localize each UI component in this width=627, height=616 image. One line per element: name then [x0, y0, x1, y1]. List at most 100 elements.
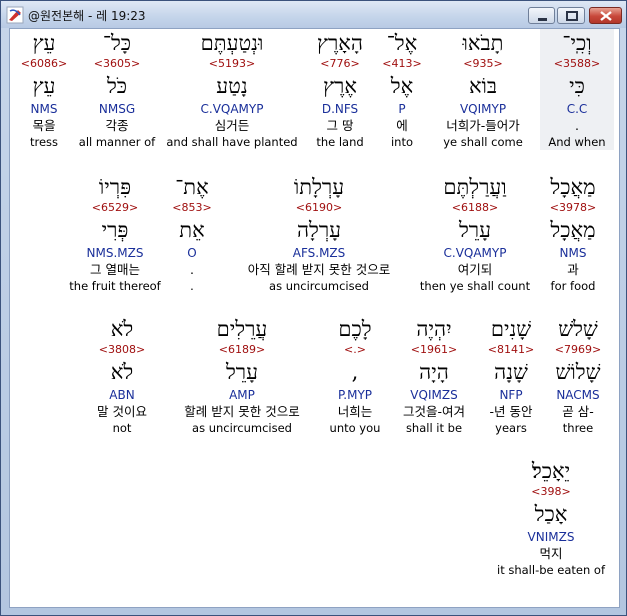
korean-gloss: 그 열매는: [90, 262, 140, 277]
korean-gloss: 너희는: [337, 404, 373, 419]
close-button[interactable]: [589, 7, 622, 24]
word-maachal[interactable]: מַאֲכָל <3978> מַאֲכָל NMS 과 for food: [538, 173, 608, 294]
strong-number[interactable]: <.>: [322, 343, 388, 357]
lemma-word: עָרֵל: [458, 218, 492, 242]
lemma-word: כִּי: [569, 74, 585, 98]
morph-code: C.VQAMYP: [200, 102, 264, 116]
morph-code: NMS: [559, 246, 587, 260]
word-et[interactable]: אֶת־ <853> אֵת O . .: [170, 173, 214, 294]
word-orlato[interactable]: עָרְלָתוֹ <6190> עָרְלָה AFS.MZS 아직 할례 받…: [226, 173, 412, 294]
hebrew-word: כָּל־: [102, 31, 132, 55]
hebrew-word: וְכִֽי־: [562, 31, 592, 55]
word-el[interactable]: אֶל־ <413> אֶל P 에 into: [378, 29, 426, 150]
english-gloss: as uncircumcised: [192, 421, 292, 435]
word-piryo[interactable]: פִּרְיוֹ <6529> פְּרִי NMS.MZS 그 열매는 the…: [66, 173, 164, 294]
minimize-button[interactable]: [528, 7, 555, 24]
strong-number[interactable]: <3808>: [86, 343, 158, 357]
strong-number[interactable]: <6529>: [66, 201, 164, 215]
hebrew-word: וּנְטַעְתֶּם: [200, 31, 264, 55]
lemma-word: מַאֲכָל: [550, 218, 596, 242]
word-shanim[interactable]: שָׁנִים <8141> שָׁנָה NFP -년 동안 years: [480, 315, 542, 436]
word-tavou[interactable]: תָבֹאוּ <935> בּוֹא VQIMYP 너희가-들어가 ye sh…: [428, 29, 538, 150]
strong-number[interactable]: <3605>: [74, 57, 160, 71]
hebrew-word: פִּרְיוֹ: [98, 175, 132, 199]
strong-number[interactable]: <6188>: [416, 201, 534, 215]
lemma-word: לֹא: [110, 360, 134, 384]
strong-number[interactable]: <853>: [170, 201, 214, 215]
title-bar[interactable]: @원전본해 - 레 19:23: [1, 1, 626, 28]
korean-gloss: 그 땅: [326, 118, 354, 133]
english-gloss: shall it be: [405, 421, 463, 435]
lemma-word: נָטַע: [216, 74, 248, 98]
strong-number[interactable]: <6189>: [166, 343, 318, 357]
lemma-word: בּוֹא: [468, 74, 498, 98]
strong-number[interactable]: <3588>: [540, 57, 614, 71]
word-lo[interactable]: לֹא <3808> לֹא ABN 말 것이요 not: [86, 315, 158, 436]
lemma-word: אֵת: [179, 218, 205, 242]
lemma-word: שָׁלוֹשׁ: [555, 360, 601, 384]
morph-code: P: [398, 102, 406, 116]
korean-gloss: 너희가-들어가: [446, 118, 520, 133]
strong-number[interactable]: <5193>: [162, 57, 302, 71]
korean-gloss: 곧 삼-: [562, 404, 594, 419]
hebrew-word: יֵאָכֵל׃: [531, 459, 571, 483]
strong-number[interactable]: <6190>: [226, 201, 412, 215]
strong-number[interactable]: <398>: [486, 485, 616, 499]
maximize-button[interactable]: [557, 7, 585, 24]
app-window: @원전본해 - 레 19:23 וְכִֽי־ <3588> כִּי C.C …: [0, 0, 627, 616]
word-yeachel[interactable]: יֵאָכֵל׃ <398> אָכַל VNIMZS 먹지 it shall-…: [486, 457, 616, 578]
word-vaaraltem[interactable]: וַעֲרַלְתֶּם <6188> עָרֵל C.VQAMYP 여기되 t…: [416, 173, 534, 294]
strong-number[interactable]: <413>: [378, 57, 426, 71]
hebrew-word: מַאֲכָל: [550, 175, 596, 199]
word-lachem[interactable]: לָכֶם <.> , P.MYP 너희는 unto you: [322, 315, 388, 436]
morph-code: VQIMYP: [459, 102, 507, 116]
morph-code: P.MYP: [337, 388, 373, 402]
morph-code: AMP: [229, 388, 255, 402]
hebrew-word: שָׁלֹשׁ: [558, 317, 598, 341]
hebrew-word: לֹא: [110, 317, 134, 341]
korean-gloss: .: [190, 262, 194, 277]
lemma-word: פְּרִי: [101, 218, 129, 242]
morph-code: VNIMZS: [527, 530, 575, 544]
strong-number[interactable]: <1961>: [392, 343, 476, 357]
hebrew-word: עֲרֵלִים: [216, 317, 268, 341]
word-ets[interactable]: עֵץ <6086> עֵץ NMS 목을 tress: [16, 29, 72, 150]
lemma-word: עָרְלָה: [296, 218, 342, 242]
korean-gloss: -년 동안: [489, 404, 533, 419]
word-arelim[interactable]: עֲרֵלִים <6189> עָרֵל AMP 할례 받지 못한 것으로 a…: [166, 315, 318, 436]
korean-gloss: 말 것이요: [97, 404, 147, 419]
english-gloss: and shall have planted: [166, 135, 298, 149]
lemma-word: אֶל: [390, 74, 414, 98]
word-shalosh[interactable]: שָׁלֹשׁ <7969> שָׁלוֹשׁ NACMS 곧 삼- three: [544, 315, 612, 436]
hebrew-word: תָבֹאוּ: [462, 31, 504, 55]
english-gloss: the land: [316, 135, 364, 149]
hebrew-word: עֵץ: [32, 31, 56, 55]
app-logo-icon: [6, 6, 24, 24]
korean-gloss: .: [575, 118, 579, 133]
word-untatem[interactable]: וּנְטַעְתֶּם <5193> נָטַע C.VQAMYP 심거든 a…: [162, 29, 302, 150]
hebrew-word: וַעֲרַלְתֶּם: [443, 175, 507, 199]
interlinear-panel: וְכִֽי־ <3588> כִּי C.C . And when תָבֹא…: [9, 28, 620, 608]
strong-number[interactable]: <6086>: [16, 57, 72, 71]
korean-gloss: 각종: [105, 118, 129, 133]
word-kol[interactable]: כָּל־ <3605> כֹּל NMSG 각종 all manner of: [74, 29, 160, 150]
word-haarets[interactable]: הָאָרֶץ <776> אֶרֶץ D.NFS 그 땅 the land: [308, 29, 372, 150]
lemma-word: אֶרֶץ: [323, 74, 357, 98]
morph-code: O: [187, 246, 197, 260]
strong-number[interactable]: <935>: [428, 57, 538, 71]
english-gloss: the fruit thereof: [69, 279, 161, 293]
morph-code: NMSG: [98, 102, 136, 116]
word-vechi[interactable]: וְכִֽי־ <3588> כִּי C.C . And when: [540, 29, 614, 150]
strong-number[interactable]: <7969>: [544, 343, 612, 357]
morph-code: ABN: [109, 388, 135, 402]
morph-code: VQIMZS: [410, 388, 458, 402]
morph-code: C.VQAMYP: [443, 246, 507, 260]
word-yihyeh[interactable]: יִהְיֶה <1961> הָיָה VQIMZS 그것을-여겨 shall…: [392, 315, 476, 436]
english-gloss: for food: [550, 279, 596, 293]
strong-number[interactable]: <8141>: [480, 343, 542, 357]
strong-number[interactable]: <776>: [308, 57, 372, 71]
korean-gloss: 여기되: [457, 262, 493, 277]
morph-code: D.NFS: [321, 102, 359, 116]
hebrew-word: אֶת־: [175, 175, 209, 199]
strong-number[interactable]: <3978>: [538, 201, 608, 215]
